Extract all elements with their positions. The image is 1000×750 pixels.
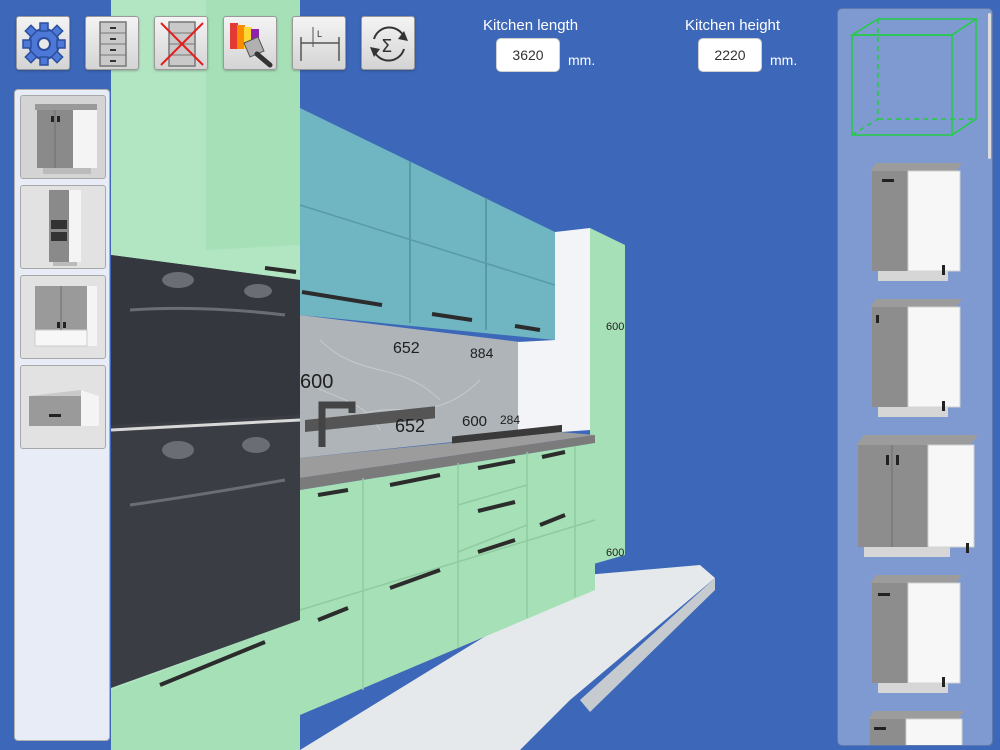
settings-button[interactable]	[16, 16, 70, 70]
catalog-item-base-cabinet[interactable]	[866, 709, 966, 745]
kitchen-length-input[interactable]	[496, 38, 560, 72]
svg-text:Σ: Σ	[381, 36, 392, 57]
dimension-label: 600	[606, 547, 624, 559]
upper-oven	[111, 255, 300, 425]
dimension-label: 284	[500, 413, 520, 427]
category-hood-cabinets[interactable]	[20, 365, 106, 449]
wall-cabinet-icon	[34, 286, 97, 347]
catalog-scrollbar[interactable]	[988, 13, 991, 159]
wall-cabinet	[300, 108, 555, 340]
base-cabinet-partial-icon	[868, 711, 964, 745]
catalog-item-base-cabinet[interactable]	[868, 573, 968, 703]
kitchen-length-label: Kitchen length	[483, 17, 579, 34]
kitchen-height-label: Kitchen height	[685, 17, 781, 34]
dimension-label: 652	[395, 416, 425, 436]
sum-cycle-icon: Σ	[370, 26, 408, 62]
tall-unit-front	[590, 228, 625, 565]
dimension-label: 652	[393, 340, 420, 357]
kitchen-height-unit: mm.	[770, 52, 798, 68]
measure-button[interactable]: L	[292, 16, 346, 70]
measure-length-icon: L	[300, 27, 340, 61]
paint-button[interactable]	[223, 16, 277, 70]
dimension-label: 884	[470, 345, 494, 361]
dimension-label: 600	[462, 413, 487, 430]
dimension-label: 600	[300, 371, 333, 393]
base-cabinet-single-door-icon	[870, 163, 962, 281]
tall-oven-cabinet-icon	[49, 190, 81, 266]
category-tall-cabinets[interactable]	[20, 185, 106, 269]
cabinet-catalog-panel	[837, 8, 993, 746]
catalog-item-double-door-cabinet[interactable]	[854, 433, 980, 567]
delete-cabinet-button[interactable]	[154, 16, 208, 70]
delete-cabinet-icon	[160, 21, 204, 67]
svg-text:L: L	[317, 29, 322, 39]
drawer-cabinet-button[interactable]	[85, 16, 139, 70]
gear-icon	[22, 22, 66, 66]
base-cabinet-double-door-icon	[856, 435, 978, 557]
kitchen-height-input[interactable]	[698, 38, 762, 72]
category-panel	[14, 89, 110, 741]
paint-brush-icon	[230, 23, 273, 68]
kitchen-length-unit: mm.	[568, 52, 596, 68]
catalog-item-empty-frame[interactable]	[848, 15, 978, 145]
base-cabinet-icon	[35, 104, 97, 174]
catalog-item-base-cabinet[interactable]	[868, 297, 968, 427]
base-cabinet-narrow-icon	[870, 299, 962, 417]
empty-cabinet-frame-icon	[849, 18, 978, 136]
base-cabinet-single-door-icon	[870, 575, 962, 693]
dimension-label: 600	[606, 321, 624, 333]
catalog-item-base-cabinet[interactable]	[868, 161, 968, 291]
drawer-cabinet-icon	[99, 21, 127, 67]
category-wall-cabinets[interactable]	[20, 275, 106, 359]
category-base-cabinets[interactable]	[20, 95, 106, 179]
hood-cabinet-icon	[29, 390, 99, 426]
calculate-button[interactable]: Σ	[361, 16, 415, 70]
